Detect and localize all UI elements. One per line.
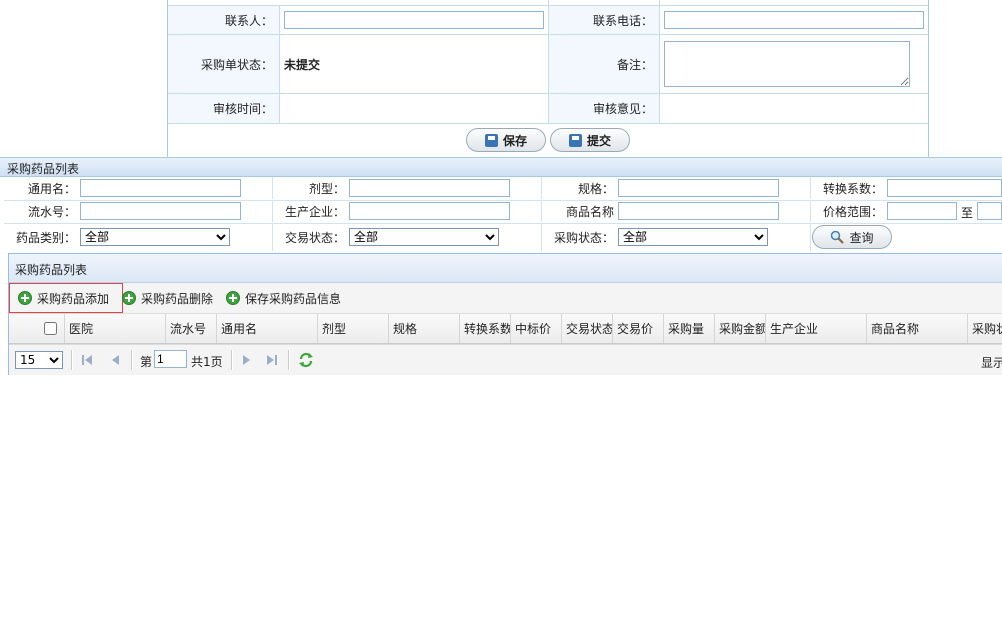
col-product-name[interactable]: 商品名称 <box>866 314 967 343</box>
price-min-input[interactable] <box>887 202 957 220</box>
save-info-icon <box>226 291 240 305</box>
spec-label: 规格： <box>577 181 614 196</box>
trade-status-label: 交易状态： <box>284 230 345 245</box>
price-max-input[interactable] <box>977 202 1002 220</box>
price-to-label: 至 <box>961 206 974 220</box>
first-page-icon[interactable] <box>81 353 95 367</box>
manufacturer-label: 生产企业： <box>284 204 345 219</box>
col-quantity[interactable]: 采购量 <box>663 314 714 343</box>
trade-status-select[interactable]: 全部 <box>349 228 499 246</box>
status-value: 未提交 <box>284 57 321 72</box>
refresh-icon[interactable] <box>298 352 314 368</box>
contact-label: 联系人： <box>168 6 279 34</box>
dosage-label: 剂型： <box>308 181 345 196</box>
col-amount[interactable]: 采购金额 <box>714 314 765 343</box>
display-info: 显示 <box>981 356 1002 370</box>
page-total: 共1页 <box>191 355 223 369</box>
product-name-input[interactable] <box>618 202 779 220</box>
next-page-icon[interactable] <box>239 353 253 367</box>
manufacturer-input[interactable] <box>349 202 510 220</box>
contact-input[interactable] <box>284 11 544 29</box>
col-trade-price[interactable]: 交易价 <box>612 314 663 343</box>
form-row-audit: 审核时间： 审核意见： <box>168 94 928 124</box>
select-all-checkbox[interactable] <box>43 322 57 335</box>
form-row-status: 采购单状态： 未提交 备注： <box>168 35 928 94</box>
query-row-1: 通用名： 剂型： 规格： 转换系数： <box>4 177 1002 201</box>
grid-header: 采购药品列表 <box>9 254 1002 283</box>
drug-list-grid: 采购药品列表 采购药品添加 采购药品删除 保存采购药品信息 医院 流水号 通用名… <box>8 253 1002 375</box>
remark-textarea[interactable] <box>664 41 910 87</box>
select-all-checkbox-cell <box>36 314 64 343</box>
common-name-label: 通用名： <box>27 181 76 196</box>
phone-label: 联系电话： <box>549 6 659 34</box>
page-size-select[interactable]: 15 <box>15 351 63 369</box>
ratio-label: 转换系数： <box>822 181 883 196</box>
ratio-input[interactable] <box>887 179 1002 197</box>
delete-icon <box>122 291 136 305</box>
col-manufacturer[interactable]: 生产企业 <box>765 314 866 343</box>
delete-drug-button[interactable]: 采购药品删除 <box>122 286 213 310</box>
grid-toolbar: 采购药品添加 采购药品删除 保存采购药品信息 <box>9 283 1002 314</box>
col-trade-status[interactable]: 交易状态 <box>561 314 612 343</box>
col-bid-price[interactable]: 中标价 <box>510 314 561 343</box>
grid-title: 采购药品列表 <box>15 263 88 277</box>
category-label: 药品类别： <box>15 230 76 245</box>
search-button[interactable]: 查询 <box>812 225 892 249</box>
add-icon <box>18 291 32 305</box>
page-prefix: 第 <box>140 355 153 369</box>
submit-button[interactable]: 提交 <box>550 128 630 152</box>
col-common-name[interactable]: 通用名 <box>216 314 317 343</box>
product-name-label: 商品名称 <box>565 204 614 219</box>
grid-column-headers: 医院 流水号 通用名 剂型 规格 转换系数 中标价 交易状态 交易价 采购量 采… <box>9 314 1002 344</box>
audit-time-label: 审核时间： <box>168 94 279 123</box>
serial-label: 流水号： <box>27 204 76 219</box>
last-page-icon[interactable] <box>265 353 279 367</box>
spec-input[interactable] <box>618 179 779 197</box>
form-row-contact: 联系人： 联系电话： <box>168 6 928 35</box>
purchase-status-label: 采购状态： <box>553 230 614 245</box>
audit-opinion-label: 审核意见： <box>549 94 659 123</box>
save-icon <box>484 133 498 147</box>
col-ratio[interactable]: 转换系数 <box>459 314 510 343</box>
remark-label: 备注： <box>549 35 659 93</box>
col-hospital[interactable]: 医院 <box>64 314 165 343</box>
save-button[interactable]: 保存 <box>466 128 546 152</box>
col-purchase-status[interactable]: 采购状 <box>967 314 1002 343</box>
dosage-input[interactable] <box>349 179 510 197</box>
page-number-input[interactable] <box>154 350 187 368</box>
submit-icon <box>568 133 582 147</box>
query-row-2: 流水号： 生产企业： 商品名称 价格范围： 至 <box>4 200 1002 224</box>
phone-input[interactable] <box>664 11 924 29</box>
query-row-3: 药品类别： 全部 交易状态： 全部 采购状态： 全部 查询 <box>4 223 1002 251</box>
search-icon <box>831 230 845 244</box>
col-spec[interactable]: 规格 <box>388 314 459 343</box>
purchase-order-form: 联系人： 联系电话： 采购单状态： 未提交 备注： 审核时间： 审核意见： 保存… <box>167 0 929 157</box>
serial-input[interactable] <box>80 202 241 220</box>
status-label: 采购单状态： <box>168 35 279 93</box>
add-drug-button[interactable]: 采购药品添加 <box>9 283 123 313</box>
save-drug-info-button[interactable]: 保存采购药品信息 <box>226 286 341 310</box>
query-panel-header: 采购药品列表 <box>0 157 1002 177</box>
query-panel-title: 采购药品列表 <box>7 162 80 176</box>
purchase-status-select[interactable]: 全部 <box>618 228 768 246</box>
form-actions: 保存 提交 <box>168 124 928 157</box>
category-select[interactable]: 全部 <box>80 228 230 246</box>
prev-page-icon[interactable] <box>109 353 123 367</box>
common-name-input[interactable] <box>80 179 241 197</box>
price-range-label: 价格范围： <box>822 204 883 219</box>
grid-pager: 15 第 共1页 显示 <box>9 344 1002 375</box>
col-serial[interactable]: 流水号 <box>165 314 216 343</box>
col-dosage[interactable]: 剂型 <box>317 314 388 343</box>
